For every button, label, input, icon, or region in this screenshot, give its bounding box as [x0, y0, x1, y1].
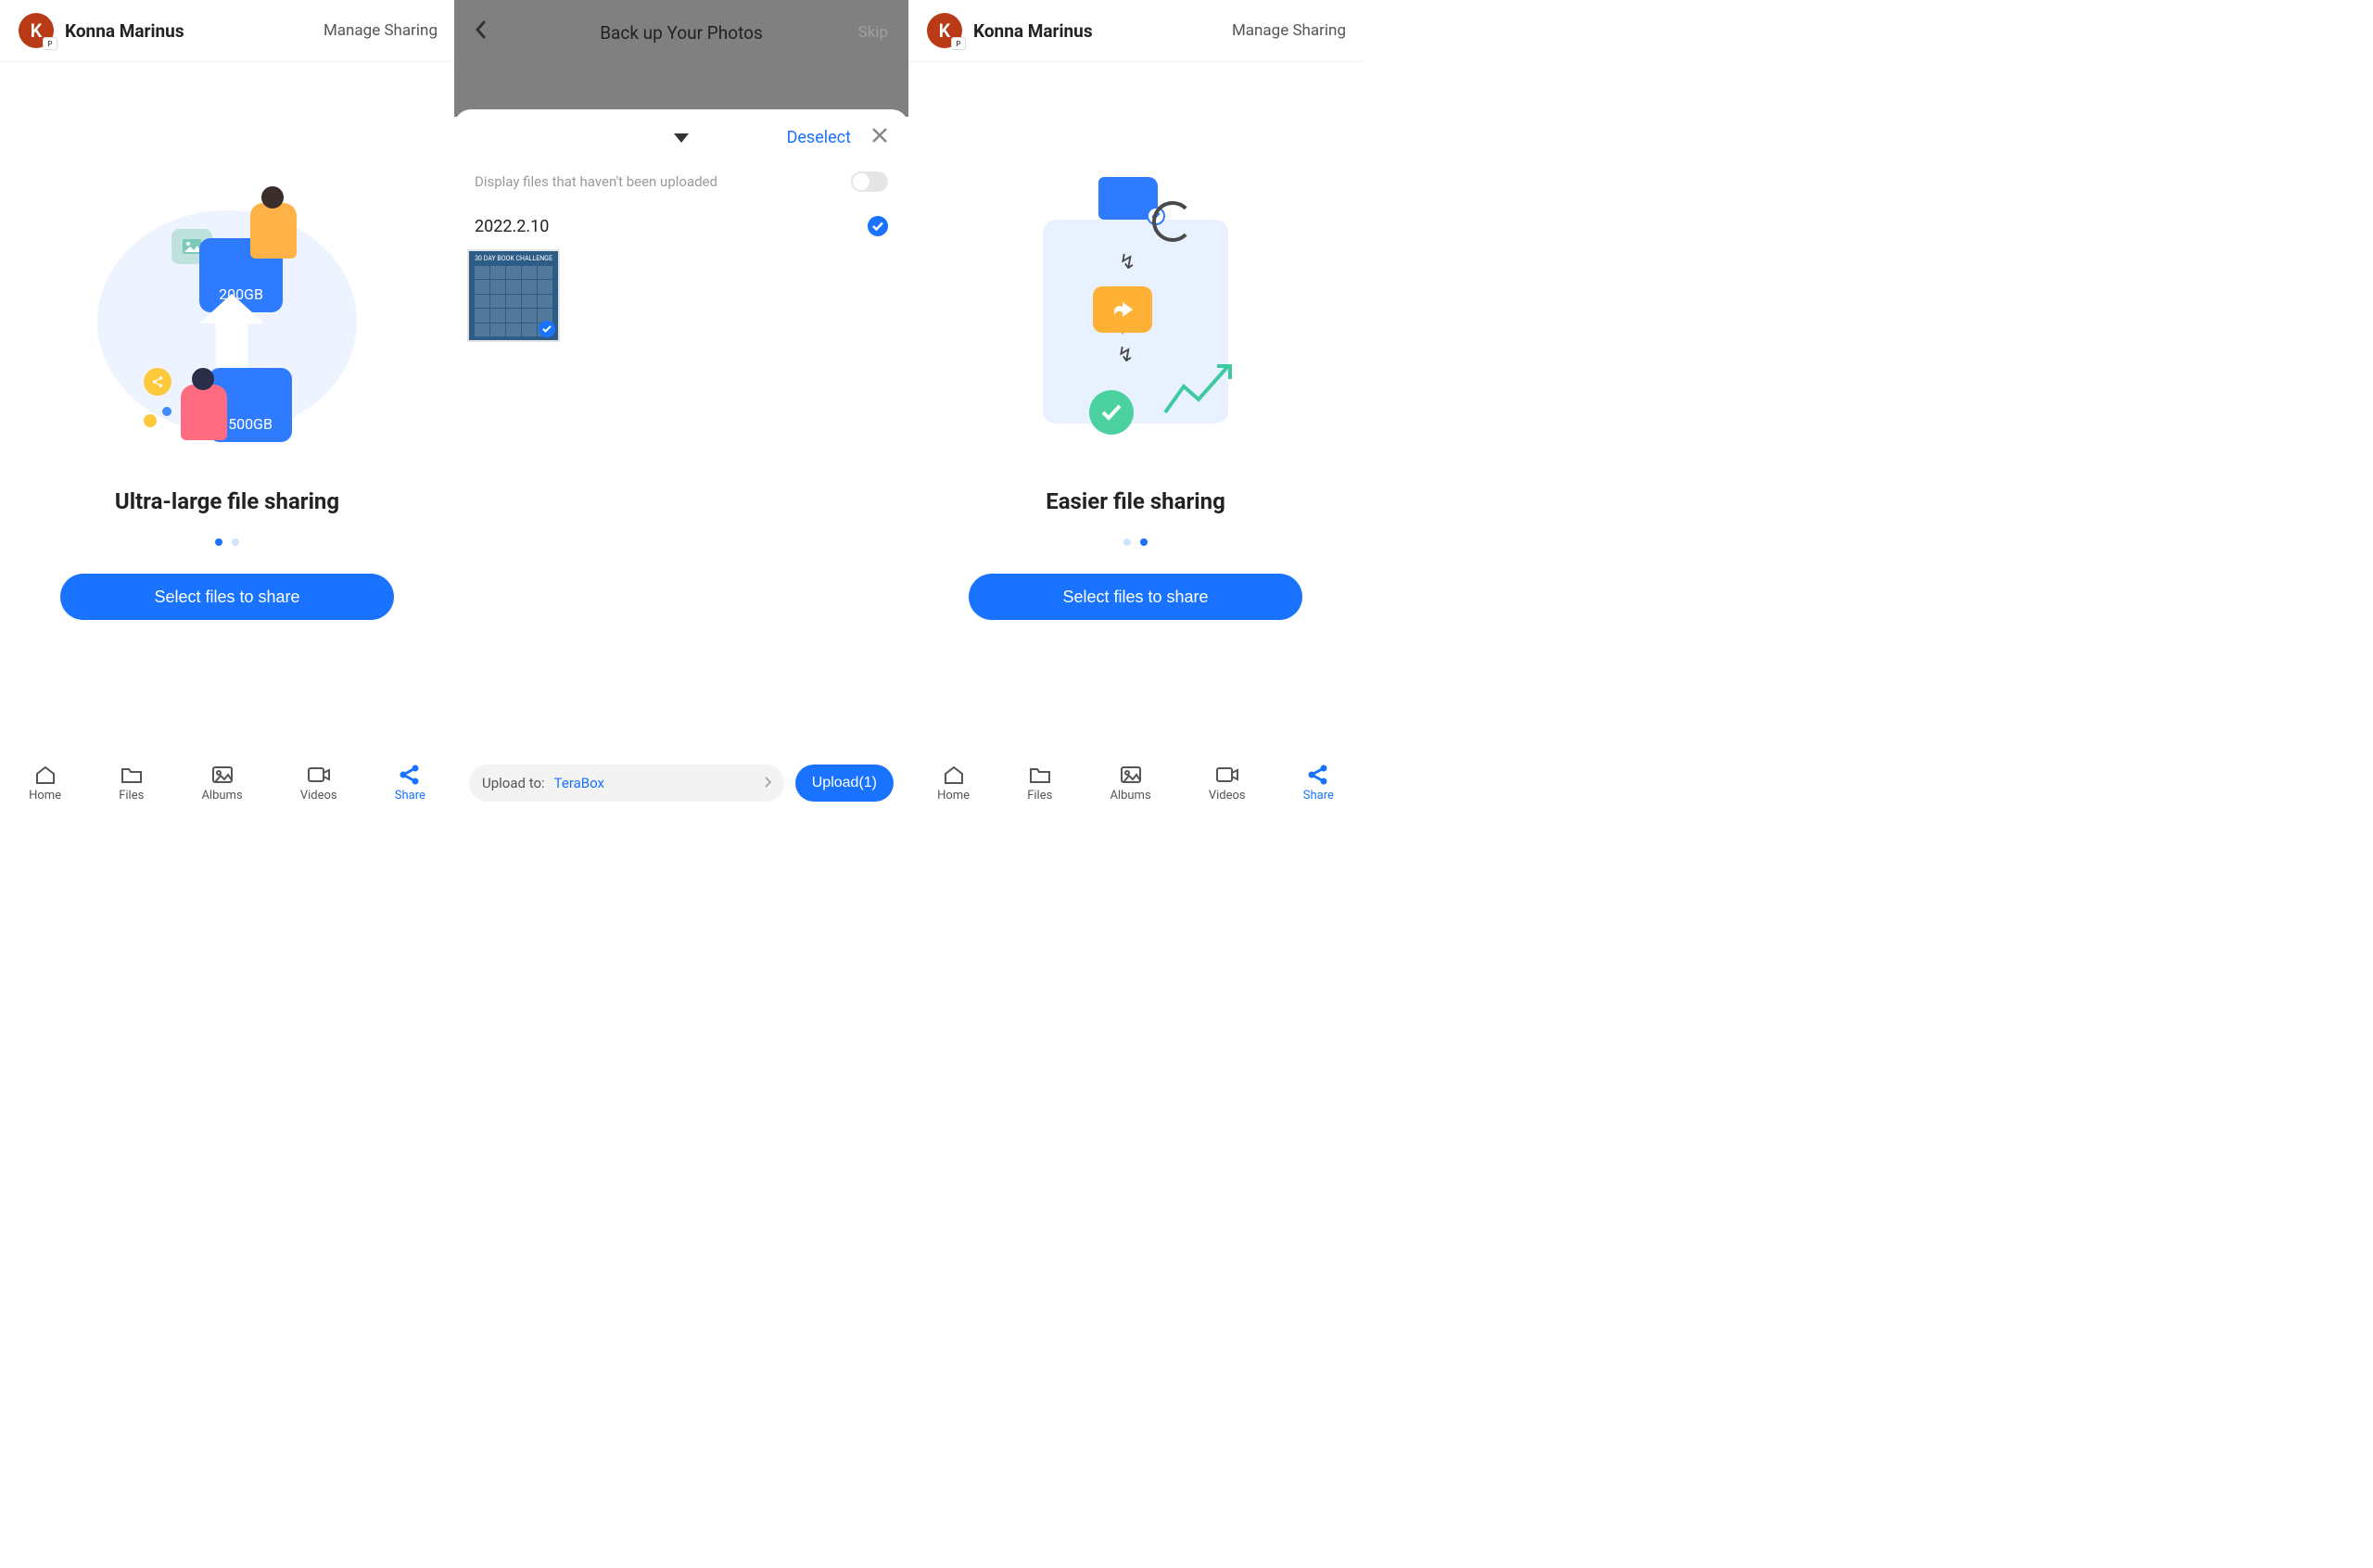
tab-label: Share [1303, 789, 1334, 803]
promo-ultralarge: 200GB 500GB Ultra-large file sharing Sel… [0, 183, 454, 620]
date-label: 2022.2.10 [475, 217, 549, 236]
avatar-badge: P [43, 37, 57, 50]
page-dot-1[interactable] [1123, 538, 1131, 546]
deselect-button[interactable]: Deselect [787, 128, 851, 147]
ring-icon [1152, 201, 1193, 242]
home-icon [33, 765, 57, 785]
skip-button[interactable]: Skip [858, 23, 888, 42]
avatar[interactable]: K P [927, 13, 962, 48]
photo-picker-sheet: Deselect Display files that haven't been… [454, 109, 908, 816]
caret-down-icon[interactable] [674, 129, 689, 146]
filter-label: Display files that haven't been uploaded [475, 173, 717, 190]
illustration-easier: ↯ ↯ [996, 183, 1275, 461]
avatar-badge: P [951, 37, 966, 50]
folder-icon [120, 765, 144, 785]
arrow-squiggle-icon: ↯ [1119, 251, 1136, 274]
avatar-initial: K [31, 19, 43, 42]
tab-home[interactable]: Home [937, 765, 970, 803]
promo-easier: ↯ ↯ Easier file sharing Select files to … [908, 183, 1363, 620]
tab-label: Videos [300, 789, 337, 803]
thumbnail-caption: 30 DAY BOOK CHALLENGE [475, 255, 552, 262]
manage-sharing-link[interactable]: Manage Sharing [324, 21, 438, 40]
person-icon [181, 385, 227, 440]
avatar[interactable]: K P [19, 13, 54, 48]
folder-icon [1028, 765, 1052, 785]
home-icon [942, 765, 966, 785]
page-dot-2[interactable] [1140, 538, 1148, 546]
select-files-button[interactable]: Select files to share [969, 574, 1302, 620]
thumbnail-check-icon[interactable] [539, 321, 555, 337]
filter-toggle[interactable] [851, 171, 888, 192]
manage-sharing-link[interactable]: Manage Sharing [1232, 21, 1346, 40]
promo-title: Easier file sharing [1046, 488, 1225, 514]
image-icon [210, 765, 235, 785]
illustration-ultralarge: 200GB 500GB [88, 183, 366, 461]
share-icon [398, 765, 422, 785]
image-icon [1119, 765, 1143, 785]
toggle-knob [853, 173, 869, 190]
tab-label: Files [119, 789, 144, 803]
top-bar: K P Konna Marinus Manage Sharing [908, 0, 1363, 62]
tab-label: Home [937, 789, 970, 803]
photo-grid: 30 DAY BOOK CHALLENGE [454, 244, 908, 348]
user-block[interactable]: K P Konna Marinus [19, 13, 184, 48]
screen-backup-photos: Back up Your Photos Skip Deselect Displa… [454, 0, 908, 816]
filter-not-uploaded-row: Display files that haven't been uploaded [454, 158, 908, 205]
person-icon [250, 203, 297, 259]
close-icon[interactable] [871, 126, 888, 149]
tab-home[interactable]: Home [29, 765, 61, 803]
video-icon [307, 765, 331, 785]
promo-title: Ultra-large file sharing [115, 488, 339, 514]
share-bubble-icon [144, 368, 171, 396]
upload-to-label: Upload to: [482, 775, 545, 791]
tab-albums[interactable]: Albums [1110, 765, 1150, 803]
tab-share[interactable]: Share [1303, 765, 1334, 803]
date-section-row[interactable]: 2022.2.10 [454, 205, 908, 244]
tab-label: Albums [201, 789, 242, 803]
tab-bar: Home Files Albums Videos Share [908, 751, 1363, 816]
backup-header: Back up Your Photos Skip [454, 0, 908, 65]
tab-files[interactable]: Files [1027, 765, 1052, 803]
top-bar: K P Konna Marinus Manage Sharing [0, 0, 454, 62]
share-badge-icon [1093, 286, 1152, 333]
user-name: Konna Marinus [65, 20, 184, 42]
tab-files[interactable]: Files [119, 765, 144, 803]
tab-albums[interactable]: Albums [201, 765, 242, 803]
backup-title: Back up Your Photos [454, 22, 908, 44]
avatar-initial: K [939, 19, 951, 42]
page-indicator[interactable] [215, 538, 239, 546]
select-files-button[interactable]: Select files to share [60, 574, 394, 620]
folder-icon [1098, 177, 1158, 220]
upload-button[interactable]: Upload(1) [795, 765, 894, 802]
tab-label: Albums [1110, 789, 1150, 803]
success-check-icon [1089, 390, 1134, 435]
user-block[interactable]: K P Konna Marinus [927, 13, 1093, 48]
tab-label: Videos [1209, 789, 1246, 803]
upload-bar: Upload to: TeraBox Upload(1) [454, 751, 908, 816]
tab-label: Home [29, 789, 61, 803]
upload-destination-selector[interactable]: Upload to: TeraBox [469, 765, 784, 802]
page-dot-2[interactable] [232, 538, 239, 546]
chevron-right-icon [764, 775, 771, 791]
tab-label: Share [395, 789, 425, 803]
screen-share-easier: K P Konna Marinus Manage Sharing ↯ ↯ [908, 0, 1363, 816]
page-indicator[interactable] [1123, 538, 1148, 546]
check-circle-icon[interactable] [868, 216, 888, 236]
tab-videos[interactable]: Videos [300, 765, 337, 803]
tab-bar: Home Files Albums Videos Share [0, 751, 454, 816]
user-name: Konna Marinus [973, 20, 1093, 42]
tab-share[interactable]: Share [395, 765, 425, 803]
share-icon [1306, 765, 1330, 785]
photo-thumbnail[interactable]: 30 DAY BOOK CHALLENGE [467, 249, 560, 342]
sheet-actions: Deselect [454, 109, 908, 158]
screen-share-ultralarge: K P Konna Marinus Manage Sharing 200GB 5… [0, 0, 454, 816]
page-dot-1[interactable] [215, 538, 222, 546]
tab-label: Files [1027, 789, 1052, 803]
trend-up-icon [1163, 359, 1247, 414]
arrow-squiggle-icon: ↯ [1117, 344, 1134, 367]
tab-videos[interactable]: Videos [1209, 765, 1246, 803]
video-icon [1215, 765, 1239, 785]
upload-destination-name: TeraBox [554, 775, 604, 791]
